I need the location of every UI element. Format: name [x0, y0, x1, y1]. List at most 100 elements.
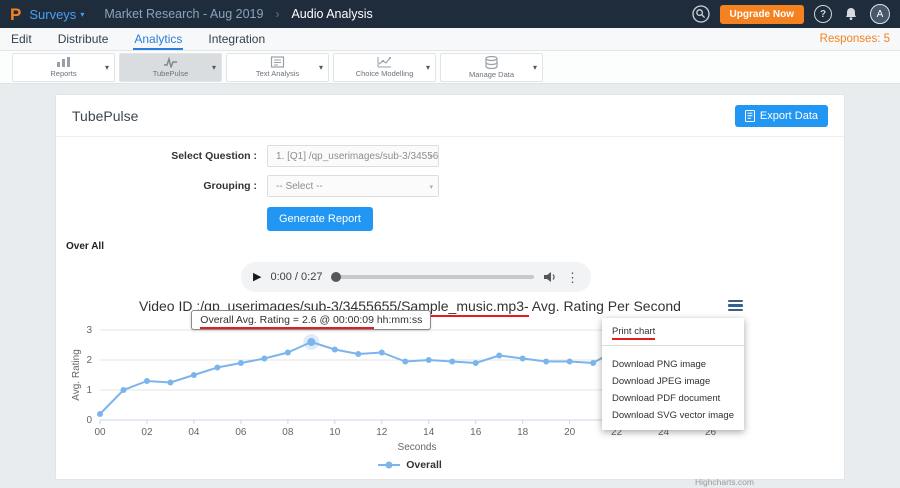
- svg-text:14: 14: [423, 427, 435, 438]
- notifications-button[interactable]: [842, 5, 860, 23]
- export-data-button[interactable]: Export Data: [735, 105, 828, 127]
- export-data-label: Export Data: [760, 110, 818, 122]
- surveys-label: Surveys: [29, 7, 76, 22]
- svg-text:12: 12: [376, 427, 388, 438]
- svg-text:04: 04: [188, 427, 200, 438]
- svg-text:Avg. Rating: Avg. Rating: [71, 349, 82, 401]
- select-question-value: 1. [Q1] /qp_userimages/sub-3/3455655/S..…: [276, 151, 439, 162]
- highcharts-credit-link[interactable]: Highcharts.com: [695, 477, 754, 487]
- toolbar-tubepulse-button[interactable]: TubePulse ▾: [119, 53, 222, 82]
- svg-text:00: 00: [94, 427, 106, 438]
- page-title: TubePulse: [72, 108, 138, 124]
- toolbar-reports-button[interactable]: Reports ▾: [12, 53, 115, 82]
- svg-text:0: 0: [86, 415, 92, 426]
- svg-text:02: 02: [141, 427, 153, 438]
- toolbar-button-label: TubePulse: [153, 69, 189, 78]
- surveys-dropdown[interactable]: Surveys ▾: [29, 7, 84, 22]
- chevron-down-icon: ▾: [429, 153, 433, 161]
- menu-item-download-svg[interactable]: Download SVG vector image: [602, 407, 744, 424]
- bar-chart-icon: [56, 56, 71, 68]
- text-chart-icon: [270, 56, 285, 68]
- svg-text:Seconds: Seconds: [398, 442, 437, 453]
- user-avatar[interactable]: A: [870, 4, 890, 24]
- chevron-down-icon: ▾: [212, 63, 216, 72]
- nav-integration[interactable]: Integration: [207, 29, 266, 50]
- toolbar-choice-modelling-button[interactable]: Choice Modelling ▾: [333, 53, 436, 82]
- toolbar-manage-data-button[interactable]: Manage Data ▾: [440, 53, 543, 82]
- select-question-label: Select Question :: [72, 150, 257, 162]
- upgrade-now-button[interactable]: Upgrade Now: [720, 5, 804, 24]
- speaker-icon: [543, 271, 557, 283]
- legend-series-symbol: [378, 460, 400, 470]
- svg-text:08: 08: [282, 427, 294, 438]
- legend-label: Overall: [406, 459, 442, 471]
- audio-menu-button[interactable]: ⋮: [566, 271, 579, 284]
- breadcrumb-current-page: Audio Analysis: [291, 7, 372, 21]
- toolbar-text-analysis-button[interactable]: Text Analysis ▾: [226, 53, 329, 82]
- tooltip-unit: hh:mm:ss: [374, 314, 422, 326]
- svg-text:20: 20: [564, 427, 576, 438]
- grouping-dropdown[interactable]: -- Select -- ▾: [267, 175, 439, 197]
- chevron-down-icon: ▾: [426, 63, 430, 72]
- grouping-label: Grouping :: [72, 180, 257, 192]
- analytics-toolbar: Reports ▾ TubePulse ▾ Text Analysis ▾ Ch…: [0, 51, 900, 84]
- svg-text:16: 16: [470, 427, 482, 438]
- help-button[interactable]: ?: [814, 5, 832, 23]
- svg-text:1: 1: [86, 385, 92, 396]
- breadcrumb-separator-icon: ›: [275, 7, 279, 21]
- menu-item-download-png[interactable]: Download PNG image: [602, 356, 744, 373]
- seek-thumb[interactable]: [331, 272, 341, 282]
- nav-edit[interactable]: Edit: [10, 29, 33, 50]
- chevron-down-icon: ▾: [80, 10, 84, 19]
- tubepulse-panel: TubePulse Export Data Select Question : …: [55, 94, 845, 480]
- toolbar-button-label: Choice Modelling: [356, 69, 414, 78]
- menu-item-download-jpeg[interactable]: Download JPEG image: [602, 373, 744, 390]
- section-label: Over All: [66, 241, 844, 252]
- audio-seek-slider[interactable]: [331, 275, 534, 279]
- svg-text:18: 18: [517, 427, 529, 438]
- nav-analytics[interactable]: Analytics: [133, 29, 183, 50]
- volume-button[interactable]: [543, 271, 557, 283]
- breadcrumb-survey-name[interactable]: Market Research - Aug 2019: [104, 7, 263, 21]
- toolbar-button-label: Manage Data: [469, 70, 514, 79]
- svg-text:06: 06: [235, 427, 247, 438]
- pulse-chart-icon: [163, 56, 178, 68]
- audio-time: 0:00 / 0:27: [270, 271, 322, 283]
- grouping-value: -- Select --: [276, 181, 323, 192]
- search-icon: [692, 5, 710, 23]
- select-question-row: Select Question : 1. [Q1] /qp_userimages…: [72, 145, 844, 167]
- app-nav: Edit Distribute Analytics Integration Re…: [0, 28, 900, 51]
- menu-item-download-pdf[interactable]: Download PDF document: [602, 390, 744, 407]
- chart-context-menu: Print chart Download PNG image Download …: [602, 318, 744, 430]
- hamburger-icon: [728, 300, 743, 303]
- chart-legend-item-overall[interactable]: Overall: [70, 459, 750, 471]
- chevron-down-icon: ▾: [319, 63, 323, 72]
- select-question-dropdown[interactable]: 1. [Q1] /qp_userimages/sub-3/3455655/S..…: [267, 145, 439, 167]
- database-icon: [484, 56, 499, 69]
- topbar: P Surveys ▾ Market Research - Aug 2019 ›…: [0, 0, 900, 28]
- chart-title-suffix: Avg. Rating Per Second: [529, 298, 681, 314]
- chart-tooltip: Overall Avg. Rating = 2.6 @ 00:00:09 hh:…: [191, 310, 431, 330]
- chevron-down-icon: ▾: [105, 63, 109, 72]
- hamburger-icon: [728, 304, 743, 307]
- responses-count[interactable]: Responses: 5: [820, 33, 890, 50]
- search-button[interactable]: [692, 5, 710, 23]
- menu-divider: [602, 345, 744, 346]
- chevron-down-icon: ▾: [429, 183, 433, 191]
- play-button[interactable]: ▶: [253, 272, 261, 283]
- tooltip-text: Overall Avg. Rating = 2.6 @ 00:00:09: [200, 314, 374, 329]
- nav-distribute[interactable]: Distribute: [57, 29, 110, 50]
- grouping-row: Grouping : -- Select -- ▾: [72, 175, 844, 197]
- chart-block: Video ID :/qp_userimages/sub-3/3455655/S…: [70, 298, 750, 471]
- generate-report-button[interactable]: Generate Report: [267, 207, 373, 231]
- audio-player: ▶ 0:00 / 0:27 ⋮: [241, 262, 591, 292]
- chart-context-button[interactable]: [728, 298, 746, 313]
- svg-text:10: 10: [329, 427, 341, 438]
- svg-text:2: 2: [86, 355, 92, 366]
- topbar-actions: Upgrade Now ? A: [692, 4, 890, 24]
- app-logo[interactable]: P: [10, 6, 21, 23]
- toolbar-button-label: Reports: [50, 69, 76, 78]
- toolbar-button-label: Text Analysis: [256, 69, 299, 78]
- menu-item-print-chart[interactable]: Print chart: [602, 323, 744, 340]
- export-icon: [745, 110, 755, 122]
